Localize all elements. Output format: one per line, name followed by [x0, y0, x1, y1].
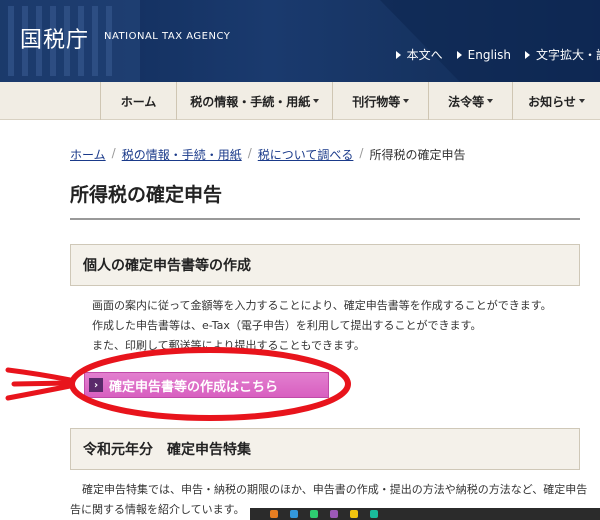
breadcrumb-separator: / [247, 146, 252, 160]
breadcrumb: ホーム / 税の情報・手続・用紙 / 税について調べる / 所得税の確定申告 [70, 146, 465, 163]
section1-line-2: 作成した申告書等は、e-Tax（電子申告）を利用して提出することができます。 [92, 319, 482, 332]
section1-line-1: 画面の案内に従って金額等を入力することにより、確定申告書等を作成することができま… [92, 299, 552, 312]
taskbar-icon[interactable] [330, 510, 338, 518]
nav-publications[interactable]: 刊行物等 [332, 82, 428, 120]
triangle-right-icon [395, 50, 401, 59]
site-logo-english: NATIONAL TAX AGENCY [104, 31, 231, 42]
caret-down-icon [403, 99, 410, 103]
main-nav: ホーム 税の情報・手続・用紙 刊行物等 法令等 お知らせ [0, 82, 600, 120]
breadcrumb-home[interactable]: ホーム [70, 146, 106, 163]
title-divider [70, 218, 580, 220]
triangle-right-icon [524, 50, 530, 59]
nav-home[interactable]: ホーム [100, 82, 176, 120]
taskbar-icon[interactable] [310, 510, 318, 518]
section2-line-1: 確定申告特集では、申告・納税の期限のほか、申告書の作成・提出の方法や納税の方法な… [82, 483, 588, 496]
caret-down-icon [487, 99, 494, 103]
breadcrumb-separator: / [359, 146, 364, 160]
breadcrumb-separator: / [111, 146, 116, 160]
breadcrumb-tax-info[interactable]: 税の情報・手続・用紙 [122, 146, 242, 163]
breadcrumb-current: 所得税の確定申告 [369, 148, 466, 162]
skip-to-content-link[interactable]: 本文へ [395, 46, 443, 63]
nav-news[interactable]: お知らせ [512, 82, 600, 120]
taskbar-icon[interactable] [290, 510, 298, 518]
caret-down-icon [578, 99, 585, 103]
taskbar-icon[interactable] [270, 510, 278, 518]
breadcrumb-research[interactable]: 税について調べる [258, 146, 354, 163]
taskbar [250, 508, 600, 520]
page-title: 所得税の確定申告 [70, 184, 223, 206]
nav-tax-info[interactable]: 税の情報・手続・用紙 [176, 82, 332, 120]
english-link[interactable]: English [456, 46, 511, 63]
triangle-right-icon [456, 50, 462, 59]
taskbar-icon[interactable] [350, 510, 358, 518]
site-logo[interactable]: 国税庁 [20, 22, 89, 54]
site-header: 国税庁 NATIONAL TAX AGENCY 本文へ English 文字拡大… [0, 0, 600, 82]
section2-line-2: 告に関する情報を紹介しています。 [70, 503, 245, 516]
utility-links: 本文へ English 文字拡大・読 [395, 46, 600, 63]
header-building-image [0, 0, 600, 82]
caret-down-icon [313, 99, 320, 103]
text-size-link[interactable]: 文字拡大・読 [524, 46, 600, 63]
red-annotation-arrow-circle [5, 347, 351, 421]
taskbar-icon[interactable] [370, 510, 378, 518]
section-heading-special: 令和元年分 確定申告特集 [70, 428, 580, 470]
section-heading-create-return: 個人の確定申告書等の作成 [70, 244, 580, 286]
nav-laws[interactable]: 法令等 [428, 82, 512, 120]
